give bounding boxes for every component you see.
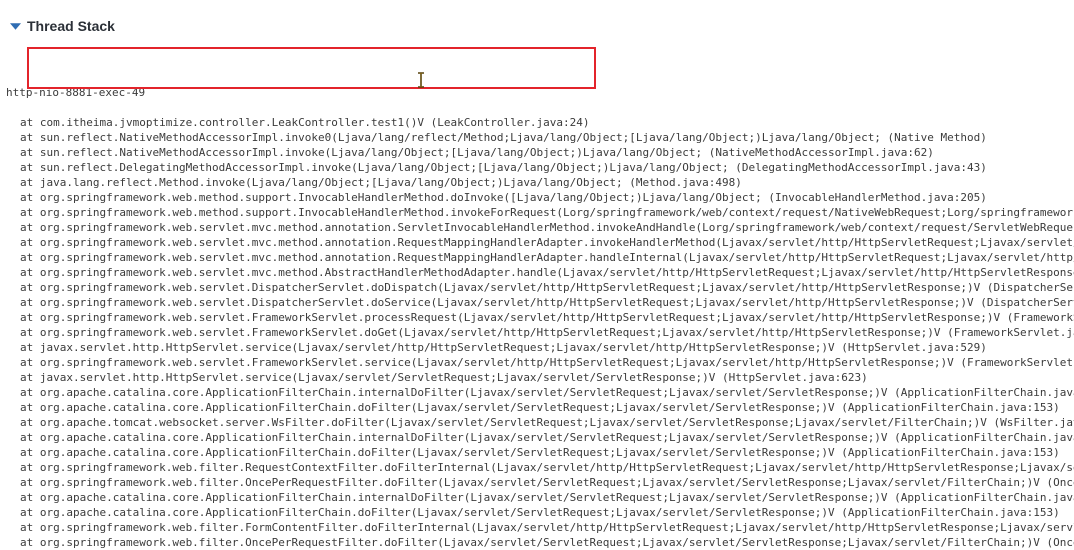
stack-frame: at org.springframework.web.servlet.Dispa… (20, 296, 1074, 309)
stack-frame: at org.apache.catalina.core.ApplicationF… (20, 431, 1074, 444)
stack-frame: at org.springframework.web.filter.FormCo… (20, 521, 1074, 534)
stack-frame: at org.apache.catalina.core.ApplicationF… (20, 506, 1060, 519)
stack-frame: at org.springframework.web.method.suppor… (20, 191, 987, 204)
stack-frame: at org.springframework.web.servlet.Frame… (20, 311, 1074, 324)
thread-name: http-nio-8881-exec-49 (6, 86, 146, 99)
stack-frame: at java.lang.reflect.Method.invoke(Ljava… (20, 176, 742, 189)
stack-frame: at sun.reflect.NativeMethodAccessorImpl.… (20, 131, 987, 144)
stack-frame: at sun.reflect.DelegatingMethodAccessorI… (20, 161, 987, 174)
stack-frame: at org.springframework.web.servlet.mvc.m… (20, 266, 1074, 279)
stack-frame: at org.springframework.web.servlet.Frame… (20, 356, 1074, 369)
text-cursor-icon (418, 72, 424, 88)
stack-frame: at org.springframework.web.servlet.mvc.m… (20, 251, 1074, 264)
stack-frame: at javax.servlet.http.HttpServlet.servic… (20, 341, 987, 354)
caret-down-icon[interactable] (10, 21, 21, 32)
stack-frame: at org.apache.catalina.core.ApplicationF… (20, 401, 1060, 414)
stack-frame: at org.springframework.web.filter.OncePe… (20, 536, 1074, 549)
stack-frame: at org.springframework.web.filter.Reques… (20, 461, 1074, 474)
section-title: Thread Stack (27, 18, 115, 34)
stack-frame: at org.springframework.web.servlet.Frame… (20, 326, 1074, 339)
stack-frame: at sun.reflect.NativeMethodAccessorImpl.… (20, 146, 934, 159)
stack-frame: at org.springframework.web.method.suppor… (20, 206, 1074, 219)
stack-frame: at org.apache.catalina.core.ApplicationF… (20, 446, 1060, 459)
stack-frame: at org.springframework.web.servlet.mvc.m… (20, 236, 1074, 249)
stack-frame: at org.apache.tomcat.websocket.server.Ws… (20, 416, 1074, 429)
stack-frame: at org.springframework.web.servlet.Dispa… (20, 281, 1074, 294)
thread-stack-header[interactable]: Thread Stack (10, 16, 115, 36)
stack-frame: at org.springframework.web.servlet.mvc.m… (20, 221, 1074, 234)
thread-stack-trace: http-nio-8881-exec-49 at com.itheima.jvm… (6, 55, 1074, 550)
stack-frame: at org.apache.catalina.core.ApplicationF… (20, 386, 1074, 399)
stack-frame: at javax.servlet.http.HttpServlet.servic… (20, 371, 868, 384)
stack-frame: at org.apache.catalina.core.ApplicationF… (20, 491, 1074, 504)
stack-frame: at org.springframework.web.filter.OncePe… (20, 476, 1074, 489)
stack-frame: at com.itheima.jvmoptimize.controller.Le… (20, 116, 590, 129)
